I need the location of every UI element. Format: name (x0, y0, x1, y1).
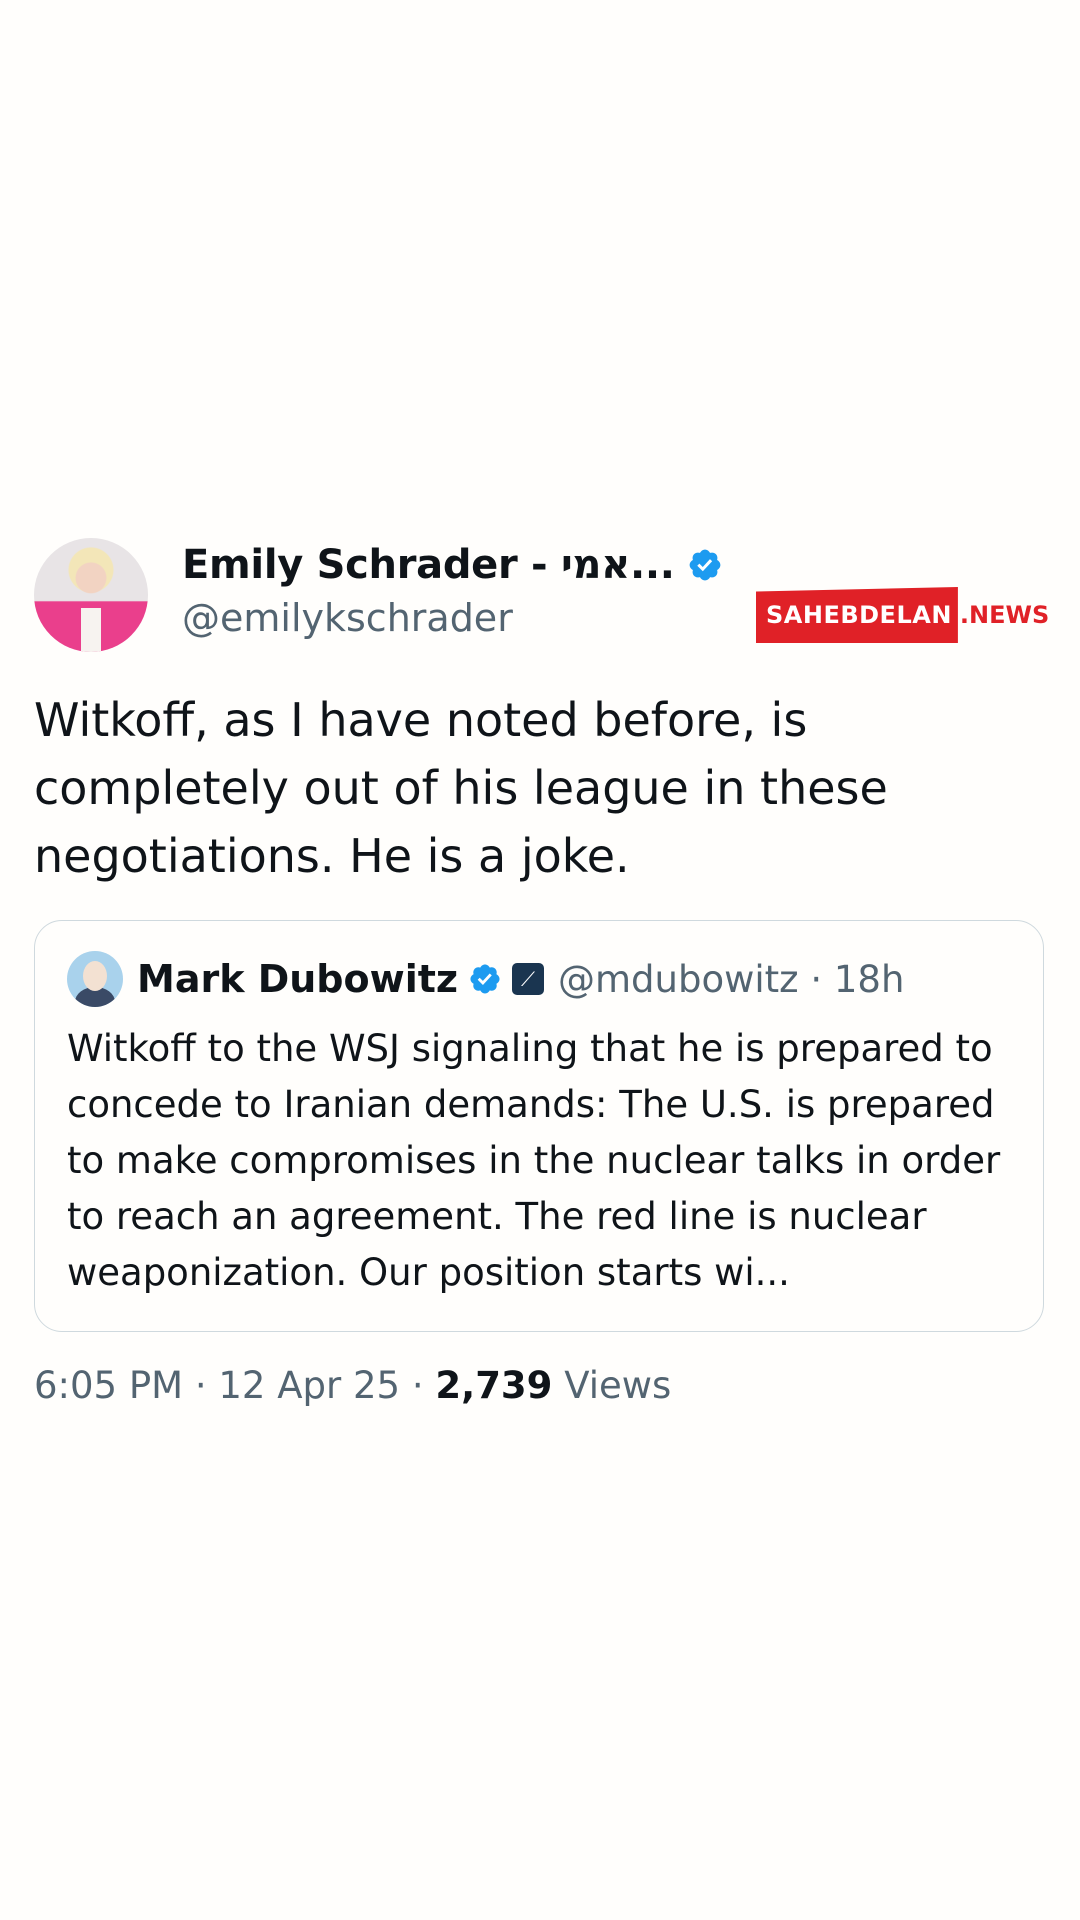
separator: · (411, 1364, 424, 1407)
tweet-meta: 6:05 PM · 12 Apr 25 · 2,739 Views (34, 1364, 1046, 1407)
author-name[interactable]: Emily Schrader - אמי... (182, 542, 675, 588)
quoted-tweet-age[interactable]: 18h (834, 958, 905, 1001)
tweet-time[interactable]: 6:05 PM (34, 1364, 183, 1407)
quoted-tweet-header: Mark Dubowitz ⟋ @mdubowitz · 18h (67, 951, 1013, 1007)
separator: · (810, 957, 823, 1001)
affiliate-badge-icon[interactable]: ⟋ (512, 963, 545, 995)
views-label: Views (564, 1364, 672, 1407)
tweet-text: Witkoff, as I have noted before, is comp… (34, 693, 888, 883)
quoted-author-handle: @mdubowitz · 18h (558, 958, 904, 1001)
author-name-row: Emily Schrader - אמי... (182, 542, 723, 588)
author-avatar[interactable] (34, 538, 148, 652)
quoted-author-avatar[interactable] (67, 951, 123, 1007)
tweet-card[interactable]: Emily Schrader - אמי... @emilykschrader … (34, 538, 1049, 1407)
watermark-logo: SAHEBDELAN .NEWS (756, 586, 1049, 644)
quoted-tweet-text: Witkoff to the WSJ signaling that he is … (67, 1027, 1001, 1294)
watermark-brand: SAHEBDELAN (756, 587, 958, 643)
verified-badge-icon (470, 964, 500, 994)
author-handle[interactable]: @emilykschrader (182, 596, 513, 640)
quoted-tweet[interactable]: Mark Dubowitz ⟋ @mdubowitz · 18h Witkoff… (34, 920, 1044, 1332)
verified-badge-icon (689, 549, 720, 581)
tweet-header: Emily Schrader - אמי... @emilykschrader … (34, 538, 1049, 654)
quoted-handle-text[interactable]: @mdubowitz (558, 958, 799, 1001)
quoted-author-name[interactable]: Mark Dubowitz (137, 957, 458, 1001)
views-count: 2,739 (435, 1364, 553, 1407)
watermark-suffix: .NEWS (959, 601, 1050, 629)
tweet-date[interactable]: 12 Apr 25 (218, 1364, 400, 1407)
separator: · (194, 1364, 207, 1407)
